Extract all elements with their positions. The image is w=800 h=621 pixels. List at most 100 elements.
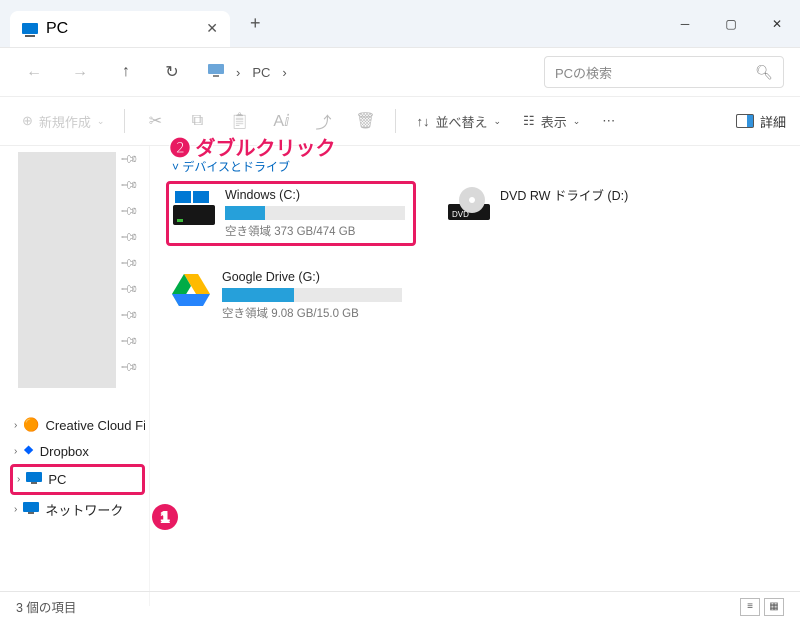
grid-view-button[interactable]: ▦ (764, 598, 784, 616)
details-panel-button[interactable]: 詳細 (736, 112, 786, 131)
content-area: ˅ デバイスとドライブ Windows (C:) 空き領域 373 GB/474… (150, 146, 800, 606)
plus-circle-icon: ⊕ (22, 113, 33, 129)
window-tab-pc[interactable]: PC ✕ (10, 11, 230, 47)
sort-label: 並べ替え (435, 112, 487, 131)
chevron-right-icon: › (14, 446, 17, 457)
drive-g-space: 空き領域 9.08 GB/15.0 GB (222, 305, 412, 321)
drive-windows-c[interactable]: Windows (C:) 空き領域 373 GB/474 GB (166, 181, 416, 246)
caret-down-icon: ⌄ (97, 116, 105, 127)
drive-d-name: DVD RW ドライブ (D:) (500, 185, 660, 204)
view-mode-buttons: ≡ ▦ (740, 598, 784, 616)
sidebar-item-label: PC (48, 472, 66, 487)
drive-c-usage-bar (225, 206, 405, 220)
delete-icon: 🗑︎ (355, 111, 375, 131)
dvd-icon: DVD (448, 185, 490, 223)
drive-g-name: Google Drive (G:) (222, 270, 412, 284)
sort-button[interactable]: ↑↓ 並べ替え ⌄ (408, 108, 509, 135)
up-button[interactable]: ↑ (108, 54, 144, 90)
caret-down-icon: ⌄ (573, 116, 581, 127)
window-controls: ─ ▢ ✕ (662, 4, 800, 44)
new-button[interactable]: ⊕ 新規作成 ⌄ (14, 108, 112, 135)
pin-icon: 📌︎ (119, 253, 140, 274)
refresh-button[interactable]: ↻ (154, 54, 190, 90)
details-icon (736, 114, 754, 128)
drive-google-g[interactable]: Google Drive (G:) 空き領域 9.08 GB/15.0 GB (166, 266, 416, 325)
forward-button[interactable]: → (62, 54, 98, 90)
drive-c-icon (173, 188, 215, 226)
drive-dvd-d[interactable]: DVD DVD RW ドライブ (D:) (444, 181, 664, 246)
pc-icon (208, 64, 224, 80)
copy-icon: ⧉ (187, 111, 207, 131)
paste-button[interactable]: 📋︎ (221, 107, 257, 135)
new-label: 新規作成 (39, 112, 91, 131)
drives-list: Windows (C:) 空き領域 373 GB/474 GB DVD DVD … (160, 181, 800, 325)
caret-down-icon: ⌄ (493, 116, 501, 127)
body: › 🟠 Creative Cloud Files › ⯁ Dropbox › P… (0, 146, 800, 606)
sidebar-placeholder (18, 152, 116, 388)
back-button[interactable]: ← (16, 54, 52, 90)
share-icon: ⤴ (313, 111, 333, 131)
drive-c-space: 空き領域 373 GB/474 GB (225, 223, 409, 239)
breadcrumb-pc[interactable]: PC (252, 65, 270, 80)
status-text: 3 個の項目 (16, 597, 76, 616)
pin-icon: 📌︎ (119, 201, 140, 222)
cut-button[interactable]: ✂ (137, 107, 173, 135)
details-label: 詳細 (760, 112, 786, 131)
list-view-button[interactable]: ≡ (740, 598, 760, 616)
drive-c-name: Windows (C:) (225, 188, 409, 202)
separator (395, 109, 396, 133)
maximize-button[interactable]: ▢ (708, 4, 754, 44)
sidebar-item-network[interactable]: › ネットワーク (10, 495, 145, 524)
breadcrumb-sep: › (236, 65, 240, 80)
title-bar: PC ✕ + ─ ▢ ✕ (0, 0, 800, 48)
pin-icon: 📌︎ (119, 279, 140, 300)
search-input[interactable]: PCの検索 🔍︎ (544, 56, 784, 88)
google-drive-icon (170, 270, 212, 308)
creative-cloud-icon: 🟠 (23, 417, 39, 433)
new-tab-button[interactable]: + (250, 13, 261, 34)
share-button[interactable]: ⤴ (305, 107, 341, 135)
status-bar: 3 個の項目 ≡ ▦ (0, 591, 800, 621)
pin-icon: 📌︎ (119, 305, 140, 326)
rename-button[interactable]: Aⅈ (263, 107, 299, 135)
close-window-button[interactable]: ✕ (754, 4, 800, 44)
nav-bar: ← → ↑ ↻ › PC › PCの検索 🔍︎ (0, 48, 800, 96)
view-button[interactable]: ☷ 表示 ⌄ (515, 108, 588, 135)
view-label: 表示 (541, 112, 567, 131)
cut-icon: ✂ (145, 111, 165, 131)
minimize-button[interactable]: ─ (662, 4, 708, 44)
toolbar: ⊕ 新規作成 ⌄ ✂ ⧉ 📋︎ Aⅈ ⤴ 🗑︎ ↑↓ 並べ替え ⌄ ☷ 表示 ⌄… (0, 96, 800, 146)
chevron-right-icon: › (14, 420, 17, 431)
rename-icon: Aⅈ (271, 111, 291, 131)
sort-icon: ↑↓ (416, 114, 429, 129)
pin-icon: 📌︎ (119, 149, 140, 170)
sidebar-item-dropbox[interactable]: › ⯁ Dropbox (10, 438, 145, 464)
drives-section-label: デバイスとドライブ (182, 160, 290, 174)
tab-title: PC (46, 20, 68, 38)
pin-icon: 📌︎ (119, 175, 140, 196)
copy-button[interactable]: ⧉ (179, 107, 215, 135)
pin-icon: 📌︎ (119, 331, 140, 352)
address-bar[interactable]: › PC › (208, 64, 287, 80)
sidebar-item-label: Creative Cloud Files (46, 418, 145, 433)
pin-icon: 📌︎ (119, 227, 140, 248)
sidebar-item-creative-cloud[interactable]: › 🟠 Creative Cloud Files (10, 412, 145, 438)
sidebar-item-label: Dropbox (40, 444, 89, 459)
delete-button[interactable]: 🗑︎ (347, 107, 383, 135)
paste-icon: 📋︎ (229, 111, 249, 131)
breadcrumb-sep: › (282, 65, 286, 80)
search-placeholder: PCの検索 (555, 63, 612, 82)
sidebar-item-pc[interactable]: › PC (10, 464, 145, 495)
view-icon: ☷ (523, 113, 535, 129)
more-button[interactable]: ⋯ (594, 109, 623, 133)
close-tab-icon[interactable]: ✕ (206, 20, 218, 37)
sidebar-item-label: ネットワーク (45, 500, 123, 519)
drive-g-usage-bar (222, 288, 402, 302)
chevron-right-icon: › (14, 504, 17, 515)
pc-icon (26, 472, 42, 487)
chevron-right-icon: › (17, 474, 20, 485)
search-icon: 🔍︎ (755, 64, 773, 81)
separator (124, 109, 125, 133)
drives-section-header[interactable]: ˅ デバイスとドライブ (172, 158, 800, 175)
pc-icon (22, 23, 38, 34)
